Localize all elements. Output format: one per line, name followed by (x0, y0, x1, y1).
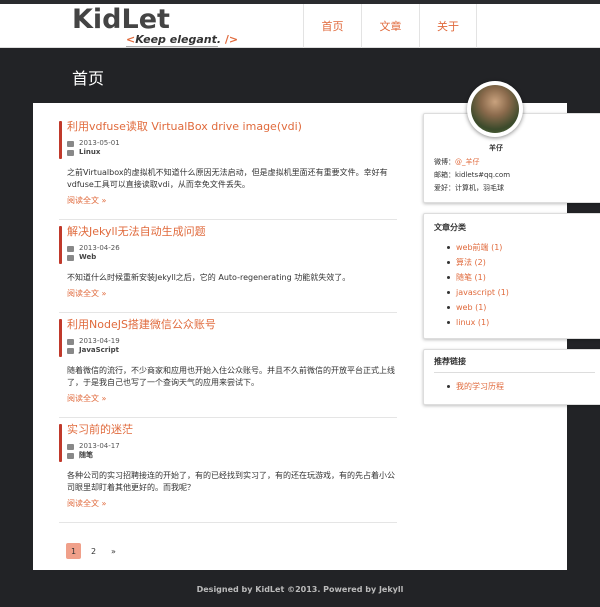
post-category: Linux (67, 148, 397, 157)
links-card: 推荐链接 我的学习历程 (423, 349, 600, 405)
folder-icon (67, 347, 74, 354)
main-content: 利用vdfuse读取 VirtualBox drive image(vdi) 2… (33, 81, 600, 570)
post-summary: 随着微信的流行，不少商家和应用也开始入住公众账号。并且不久前微信的开放平台正式上… (67, 366, 395, 387)
page-title: 首页 (72, 69, 105, 88)
calendar-icon (67, 140, 74, 147)
post-item: 实习前的迷茫 2013-04-17 随笔 各种公司的实习招聘接连的开始了，有的已… (59, 418, 397, 523)
profile-weibo: 微博：@_羊仔 (434, 158, 480, 166)
profile-hobby: 爱好：计算机，羽毛球 (434, 184, 504, 192)
category-item[interactable]: web前端 (1) (434, 240, 595, 255)
pagination: 1 2 » (66, 543, 126, 559)
calendar-icon (67, 443, 74, 450)
post-category: Web (67, 253, 397, 262)
post-category: 随笔 (67, 451, 397, 460)
folder-icon (67, 149, 74, 156)
nav-item-home[interactable]: 首页 (303, 4, 361, 48)
categories-card: 文章分类 web前端 (1) 算法 (2) 随笔 (1) javascript … (423, 213, 600, 339)
profile-name: 羊仔 (489, 144, 503, 152)
category-item[interactable]: javascript (1) (434, 285, 595, 300)
profile-email: 邮箱：kidlets#qq.com (434, 171, 511, 179)
calendar-icon (67, 338, 74, 345)
read-more-link[interactable]: 阅读全文 » (67, 195, 397, 219)
post-title[interactable]: 利用vdfuse读取 VirtualBox drive image(vdi) (67, 115, 397, 134)
avatar (467, 81, 523, 137)
footer: Designed by KidLet ©2013. Powered by Jek… (196, 585, 404, 594)
post-title[interactable]: 实习前的迷茫 (67, 418, 397, 437)
post-item: 利用vdfuse读取 VirtualBox drive image(vdi) 2… (59, 115, 397, 220)
sidebar: 羊仔 微博：@_羊仔 邮箱：kidlets#qq.com 爱好：计算机，羽毛球 … (423, 81, 600, 405)
read-more-link[interactable]: 阅读全文 » (67, 498, 397, 522)
read-more-link[interactable]: 阅读全文 » (67, 393, 397, 417)
calendar-icon (67, 245, 74, 252)
category-item[interactable]: 算法 (2) (434, 255, 595, 270)
post-list: 利用vdfuse读取 VirtualBox drive image(vdi) 2… (59, 115, 397, 523)
nav-item-articles[interactable]: 文章 (361, 4, 419, 48)
logo-tagline: <Keep elegant. /> (126, 33, 239, 47)
post-summary: 之前Virtualbox的虚拟机不知道什么原因无法启动，但是虚拟机里面还有重要文… (67, 168, 388, 189)
folder-icon (67, 254, 74, 261)
post-item: 利用NodeJS搭建微信公众账号 2013-04-19 JavaScript 随… (59, 313, 397, 418)
category-list: web前端 (1) 算法 (2) 随笔 (1) javascript (1) w… (434, 240, 595, 330)
links-title: 推荐链接 (434, 356, 595, 373)
post-title[interactable]: 利用NodeJS搭建微信公众账号 (67, 313, 397, 332)
link-list: 我的学习历程 (434, 379, 595, 394)
post-category: JavaScript (67, 346, 397, 355)
post-item: 解决Jekyll无法自动生成问题 2013-04-26 Web 不知道什么时候重… (59, 220, 397, 313)
post-date: 2013-05-01 (67, 139, 397, 148)
category-item[interactable]: linux (1) (434, 315, 595, 330)
next-page-button[interactable]: » (106, 543, 121, 559)
post-title[interactable]: 解决Jekyll无法自动生成问题 (67, 220, 397, 239)
site-logo[interactable]: KidLet <Keep elegant. /> (72, 4, 239, 47)
weibo-link[interactable]: @_羊仔 (455, 158, 480, 166)
category-item[interactable]: 随笔 (1) (434, 270, 595, 285)
main-nav: 首页 文章 关于 (303, 4, 477, 48)
post-date: 2013-04-17 (67, 442, 397, 451)
nav-item-about[interactable]: 关于 (419, 4, 477, 48)
read-more-link[interactable]: 阅读全文 » (67, 288, 397, 312)
avatar-photo (471, 85, 519, 133)
link-item[interactable]: 我的学习历程 (434, 379, 595, 394)
page-button-1[interactable]: 1 (66, 543, 81, 559)
profile-card: 羊仔 微博：@_羊仔 邮箱：kidlets#qq.com 爱好：计算机，羽毛球 (423, 81, 600, 203)
post-date: 2013-04-19 (67, 337, 397, 346)
categories-title: 文章分类 (434, 223, 466, 232)
post-date: 2013-04-26 (67, 244, 397, 253)
folder-icon (67, 452, 74, 459)
page-button-2[interactable]: 2 (86, 543, 101, 559)
logo-title: KidLet (72, 4, 170, 35)
post-summary: 不知道什么时候重新安装Jekyll之后，它的 Auto-regenerating… (67, 273, 351, 282)
navbar: KidLet <Keep elegant. /> 首页 文章 关于 (0, 4, 600, 48)
profile-details: 微博：@_羊仔 邮箱：kidlets#qq.com 爱好：计算机，羽毛球 (434, 156, 510, 195)
category-item[interactable]: web (1) (434, 300, 595, 315)
post-summary: 各种公司的实习招聘接连的开始了，有的已经找到实习了，有的还在玩游戏，有的先占着小… (67, 471, 395, 492)
